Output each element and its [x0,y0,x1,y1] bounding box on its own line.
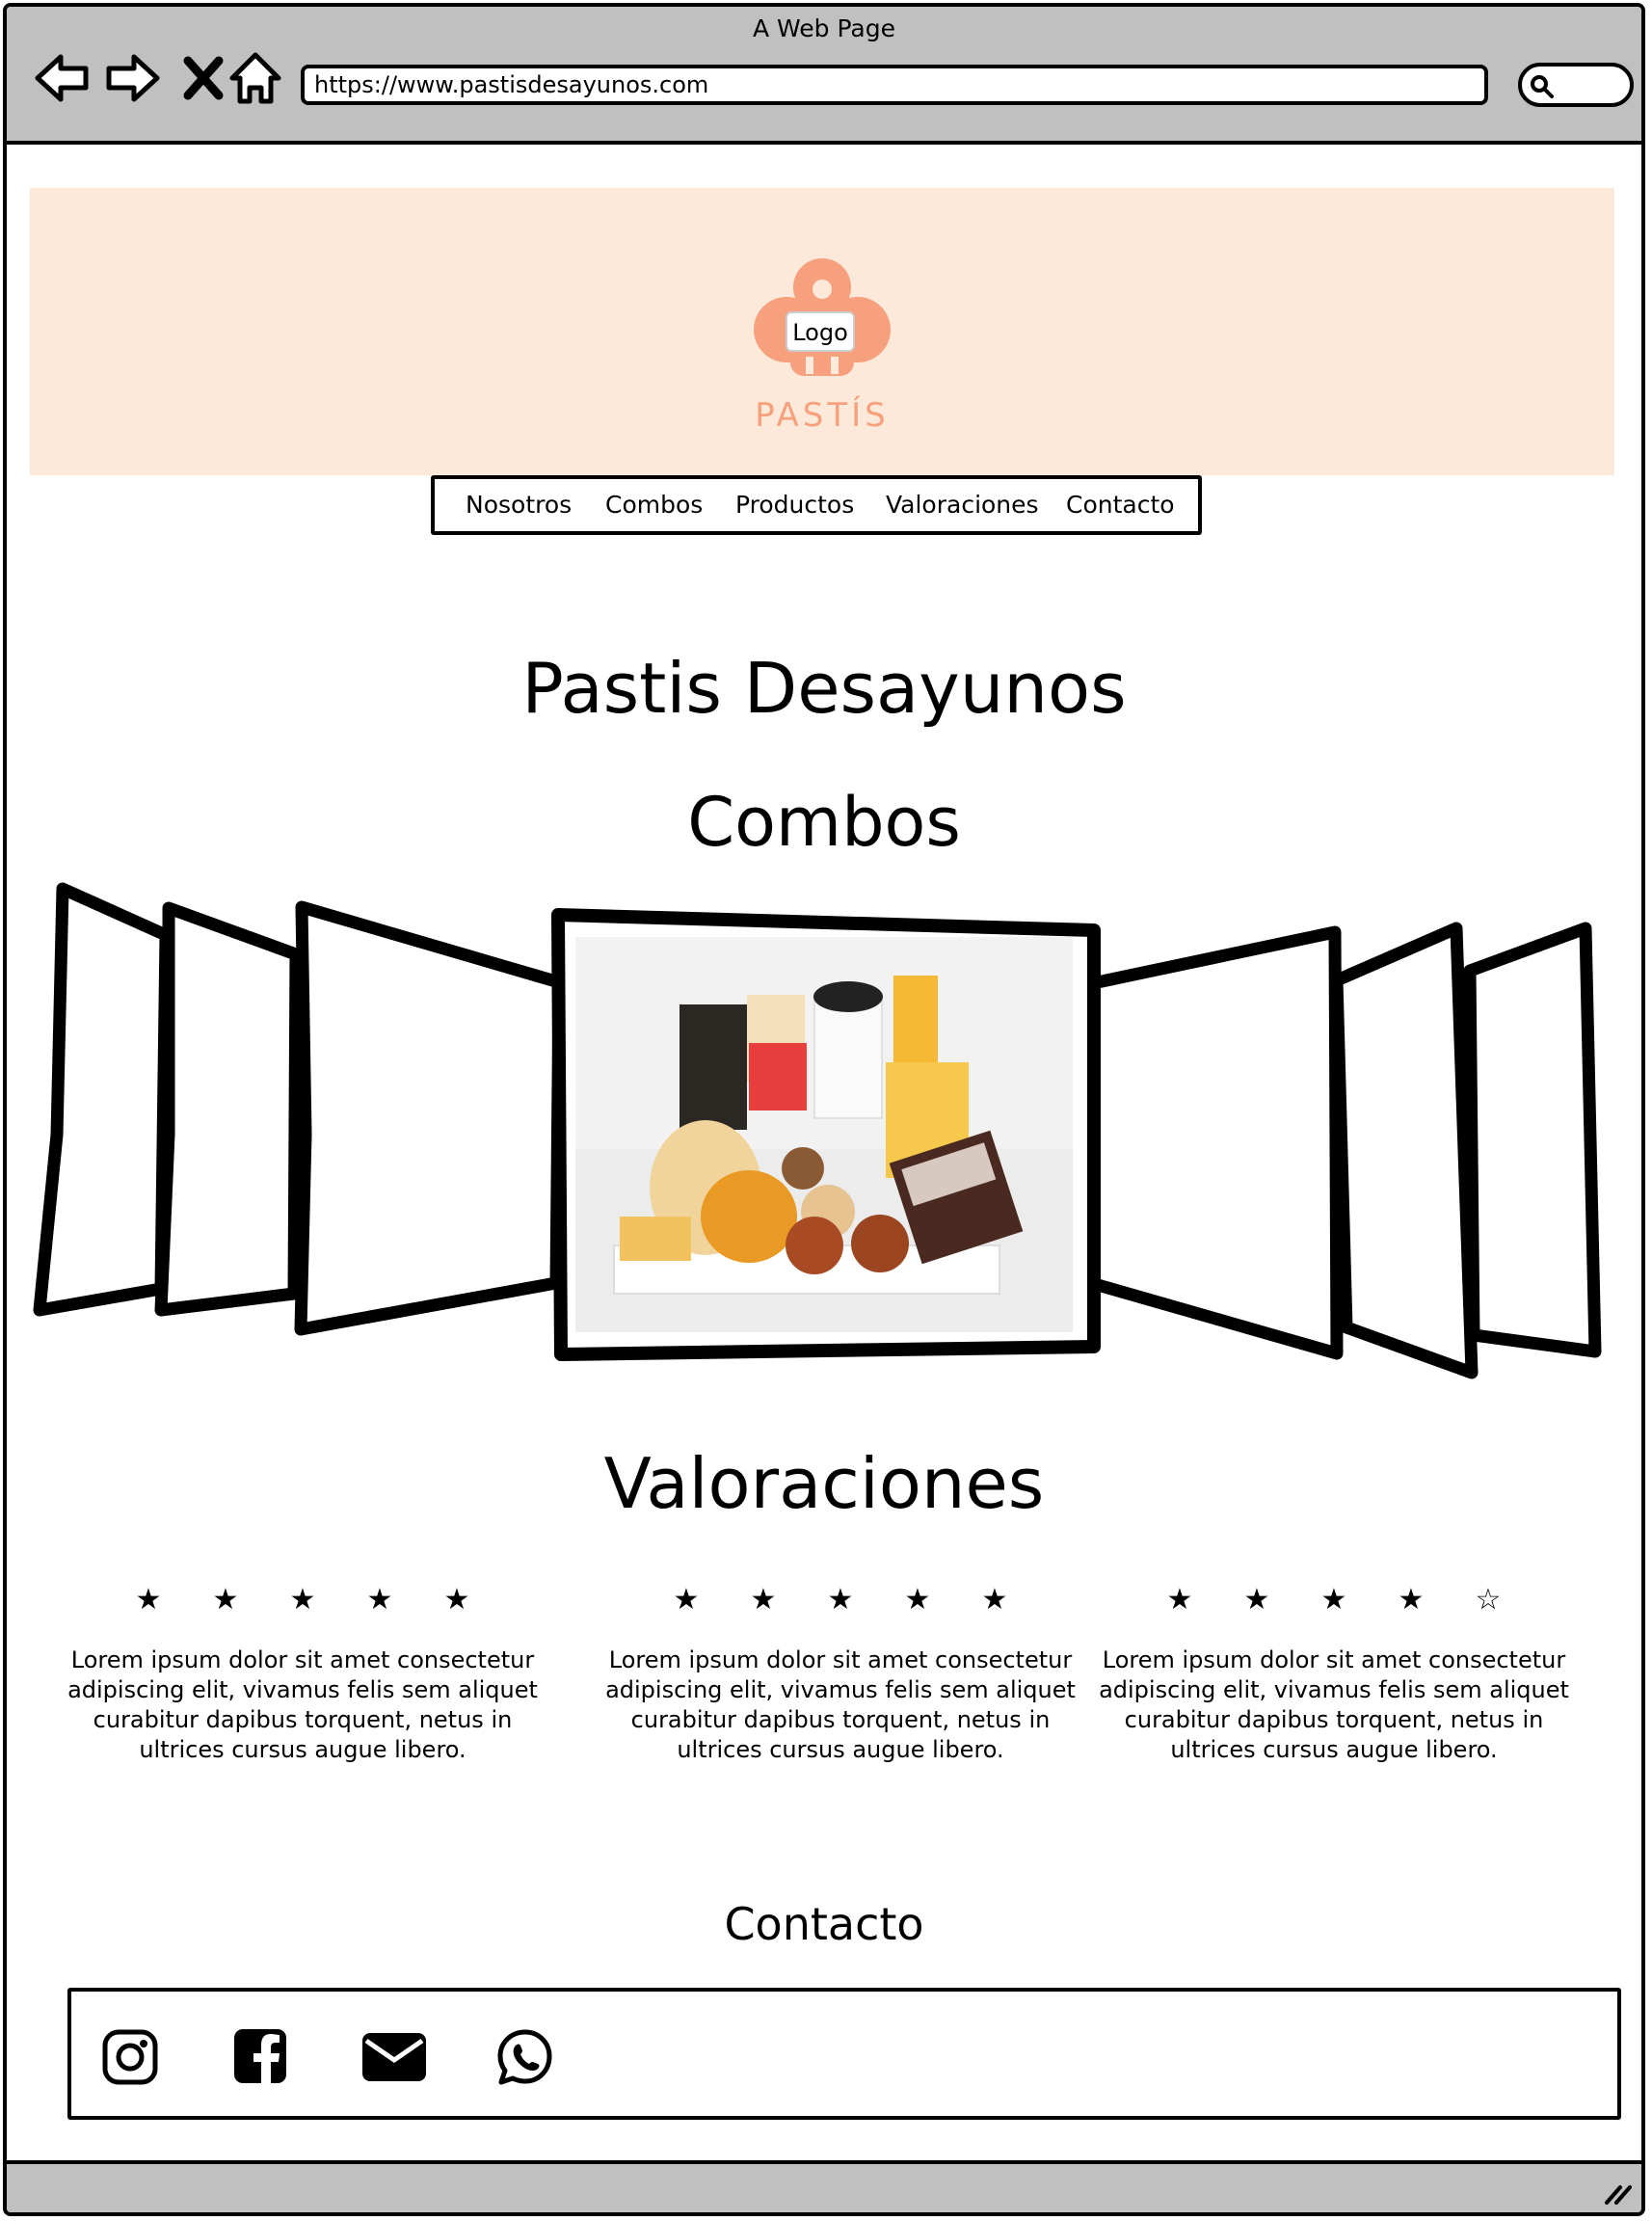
stop-icon[interactable] [174,49,232,107]
star-filled-icon: ★ [1398,1583,1425,1617]
menu-item-productos[interactable]: Productos [735,491,854,519]
rating-stars: ★ ★ ★ ★ ★ [67,1583,539,1617]
page-title: Pastis Desayunos [521,648,1127,729]
review-card-2: ★ ★ ★ ★ ★ Lorem ipsum dolor sit amet con… [604,1583,1077,1765]
star-filled-icon: ★ [443,1583,470,1617]
star-filled-icon: ★ [1166,1583,1193,1617]
window-title: A Web Page [752,14,896,42]
star-filled-icon: ★ [750,1583,777,1617]
carousel-card-left-3 [33,882,173,1317]
back-arrow-icon[interactable] [34,49,92,107]
review-card-3: ★ ★ ★ ★ ☆ Lorem ipsum dolor sit amet con… [1098,1583,1570,1765]
menu-item-nosotros[interactable]: Nosotros [466,491,572,519]
address-bar[interactable]: https://www.pastisdesayunos.com [301,65,1488,105]
review-text: Lorem ipsum dolor sit amet consectetur a… [67,1646,538,1763]
resize-handle-icon[interactable] [1603,2180,1632,2205]
search-icon [1531,75,1554,98]
carousel-card-right-2 [1330,922,1479,1379]
combos-heading: Combos [687,783,961,862]
search-field[interactable] [1518,63,1634,107]
rating-stars: ★ ★ ★ ★ ★ [604,1583,1077,1617]
star-filled-icon: ★ [981,1583,1008,1617]
main-menu: Nosotros Combos Productos Valoraciones C… [431,475,1202,535]
review-text: Lorem ipsum dolor sit amet consectetur a… [605,1646,1076,1763]
star-filled-icon: ★ [904,1583,931,1617]
menu-item-combos[interactable]: Combos [605,491,703,519]
contact-links [67,1988,1621,2120]
star-filled-icon: ★ [1243,1583,1270,1617]
logo-placeholder-label: Logo [786,311,855,352]
star-filled-icon: ★ [1320,1583,1347,1617]
menu-item-valoraciones[interactable]: Valoraciones [886,491,1039,519]
forward-arrow-icon[interactable] [103,49,161,107]
browser-window: A Web Page https://www.pastisdesayunos.c… [3,3,1645,2216]
review-text: Lorem ipsum dolor sit amet consectetur a… [1099,1646,1569,1763]
email-icon[interactable] [360,2027,428,2087]
star-empty-icon: ☆ [1475,1583,1502,1617]
home-icon[interactable] [226,49,284,107]
carousel-card-right-3 [1463,922,1602,1358]
browser-chrome: A Web Page https://www.pastisdesayunos.c… [7,7,1641,145]
menu-item-contacto[interactable]: Contacto [1066,491,1175,519]
facebook-icon[interactable] [230,2027,290,2087]
star-filled-icon: ★ [212,1583,239,1617]
valoraciones-heading: Valoraciones [603,1443,1045,1524]
status-bar [7,2160,1641,2212]
carousel-card-left-1 [294,900,566,1336]
star-filled-icon: ★ [135,1583,162,1617]
breakfast-combo-photo[interactable] [575,937,1073,1332]
brand-name: PASTÍS [755,395,890,434]
star-filled-icon: ★ [673,1583,700,1617]
review-card-1: ★ ★ ★ ★ ★ Lorem ipsum dolor sit amet con… [67,1583,539,1765]
rating-stars: ★ ★ ★ ★ ☆ [1098,1583,1570,1617]
star-filled-icon: ★ [289,1583,316,1617]
instagram-icon[interactable] [100,2027,160,2087]
carousel-card-right-1 [1081,925,1344,1360]
carousel-card-left-2 [154,901,303,1317]
star-filled-icon: ★ [827,1583,854,1617]
contacto-heading: Contacto [724,1898,924,1950]
star-filled-icon: ★ [366,1583,393,1617]
whatsapp-icon[interactable] [495,2027,555,2087]
